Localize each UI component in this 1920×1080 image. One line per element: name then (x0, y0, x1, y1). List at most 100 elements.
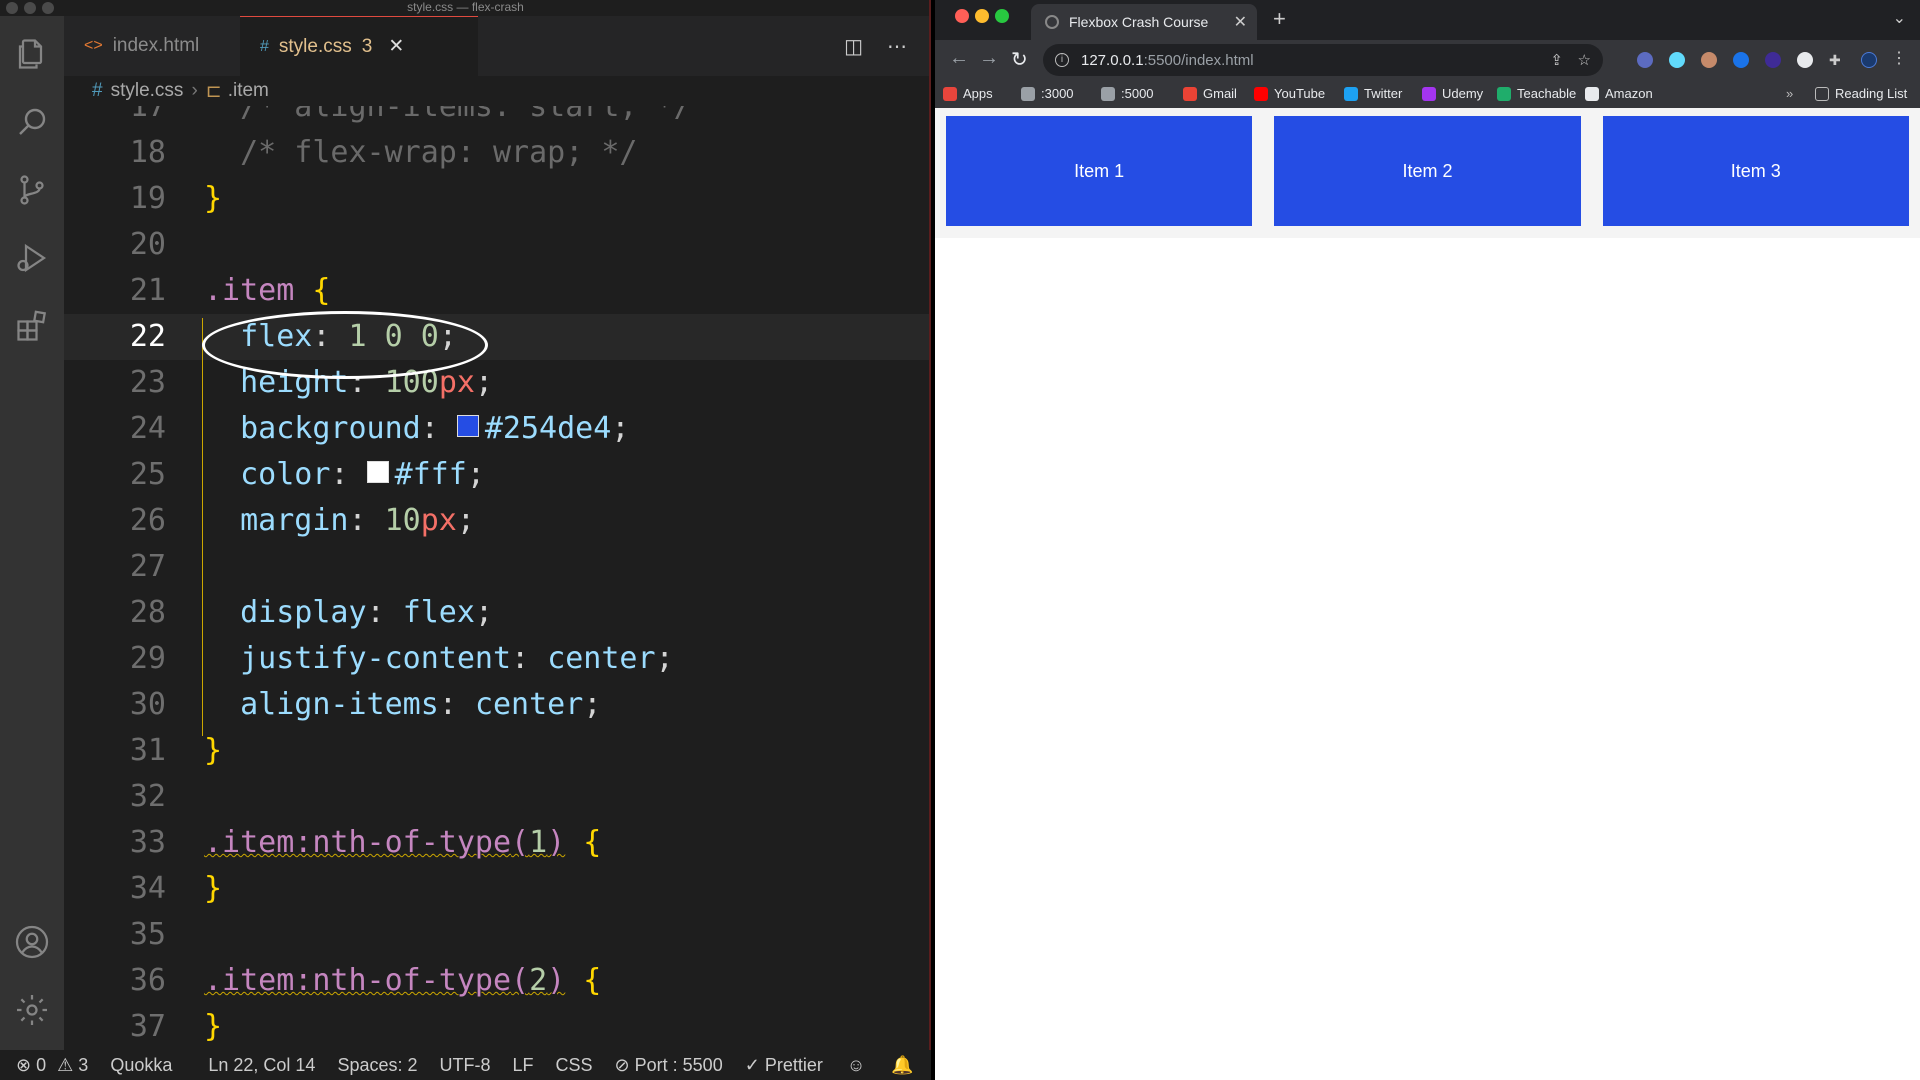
site-info-icon[interactable]: i (1055, 53, 1069, 67)
code-line[interactable]: 25 color: #fff; (64, 452, 931, 498)
problems-indicator[interactable]: ⊗ 0 ⚠ 3 (16, 1055, 88, 1076)
line-number: 19 (129, 181, 166, 216)
window-minimize-dot[interactable] (24, 2, 36, 14)
code-line[interactable]: 28 display: flex; (64, 590, 931, 636)
window-zoom-dot[interactable] (42, 2, 54, 14)
tab-search-chevron-icon[interactable]: ⌄ (1893, 8, 1906, 28)
bookmark-favicon-icon (1344, 86, 1358, 101)
symbol-icon: ⊏ (205, 80, 222, 102)
window-minimize-button[interactable] (975, 9, 989, 23)
window-close-dot[interactable] (6, 2, 18, 14)
code-editor[interactable]: 17 /* align-items: start; */18 /* flex-w… (64, 106, 931, 1050)
code-line[interactable]: 36 .item:nth-of-type(2) { (64, 958, 931, 1004)
bookmark-favicon-icon (1021, 86, 1035, 101)
reload-icon[interactable]: ↻ (1011, 47, 1028, 72)
line-number: 34 (129, 871, 166, 906)
share-icon[interactable]: ⇪ (1550, 51, 1563, 69)
line-number: 18 (129, 135, 166, 170)
close-tab-icon[interactable]: ✕ (1234, 12, 1247, 32)
code-line[interactable]: 26 margin: 10px; (64, 498, 931, 544)
code-line[interactable]: 33 .item:nth-of-type(1) { (64, 820, 931, 866)
code-line[interactable]: 27 (64, 544, 931, 590)
line-number: 37 (129, 1009, 166, 1044)
extension-icon[interactable] (1733, 52, 1749, 68)
explorer-icon[interactable] (12, 34, 52, 74)
forward-arrow-icon[interactable]: → (979, 47, 999, 70)
color-swatch[interactable] (456, 414, 479, 437)
code-line[interactable]: 19} (64, 176, 931, 222)
code-line[interactable]: 31} (64, 728, 931, 774)
code-line[interactable]: 32 (64, 774, 931, 820)
extension-icon[interactable] (1765, 52, 1781, 68)
code-line[interactable]: 34} (64, 866, 931, 912)
tab-style-css[interactable]: # style.css 3 ✕ (240, 16, 478, 76)
color-swatch[interactable] (366, 460, 389, 483)
vscode-window: style.css — flex-crash <> index.html # s… (0, 0, 931, 1080)
feedback-icon[interactable]: ☺ (847, 1055, 865, 1076)
code-line[interactable]: 17 /* align-items: start; */ (64, 106, 931, 130)
extension-icon[interactable] (1701, 52, 1717, 68)
code-line[interactable]: 18 /* flex-wrap: wrap; */ (64, 130, 931, 176)
code-line[interactable]: 21 .item { (64, 268, 931, 314)
extension-icon[interactable] (1797, 52, 1813, 68)
code-line[interactable]: 24 background: #254de4; (64, 406, 931, 452)
profile-avatar[interactable] (1861, 52, 1877, 68)
line-number: 31 (129, 733, 166, 768)
code-line[interactable]: 30 align-items: center; (64, 682, 931, 728)
flex-item-1: Item 1 (946, 116, 1253, 226)
back-arrow-icon[interactable]: ← (949, 47, 969, 70)
code-line[interactable]: 29 justify-content: center; (64, 636, 931, 682)
window-maximize-button[interactable] (995, 9, 1009, 23)
settings-gear-icon[interactable] (12, 990, 52, 1030)
eol-status[interactable]: LF (513, 1055, 534, 1076)
live-server-port[interactable]: ⊘ Port : 5500 (615, 1055, 723, 1076)
extensions-icon[interactable] (12, 306, 52, 346)
code-line[interactable]: 37} (64, 1004, 931, 1050)
bookmark-udemy[interactable]: Udemy (1422, 86, 1483, 101)
warning-icon: ⚠ (57, 1054, 74, 1075)
bookmark-5000[interactable]: :5000 (1101, 86, 1154, 101)
code-line[interactable]: 20 (64, 222, 931, 268)
reading-list-button[interactable]: Reading List (1815, 86, 1907, 101)
run-debug-icon[interactable] (12, 238, 52, 278)
close-tab-icon[interactable]: ✕ (388, 35, 404, 58)
browser-tab[interactable]: Flexbox Crash Course ✕ (1031, 4, 1257, 40)
puzzle-extensions-icon[interactable]: ✚ (1829, 52, 1845, 68)
new-tab-plus-icon[interactable]: + (1273, 6, 1286, 32)
more-actions-icon[interactable]: ⋯ (887, 34, 907, 59)
editor-edge (929, 0, 931, 1080)
breadcrumb-symbol[interactable]: .item (228, 80, 269, 102)
encoding-status[interactable]: UTF-8 (440, 1055, 491, 1076)
breadcrumb-file[interactable]: style.css (111, 80, 184, 102)
more-bookmarks-chevron-icon[interactable]: » (1786, 86, 1793, 101)
window-close-button[interactable] (955, 9, 969, 23)
indentation-status[interactable]: Spaces: 2 (337, 1055, 417, 1076)
bookmark-youtube[interactable]: YouTube (1254, 86, 1325, 101)
browser-menu-icon[interactable]: ⋮ (1891, 51, 1907, 68)
bookmark-teachable[interactable]: Teachable (1497, 86, 1576, 101)
bookmark-star-icon[interactable]: ☆ (1578, 51, 1591, 69)
bell-icon[interactable]: 🔔 (891, 1055, 913, 1076)
code-line[interactable]: 23 height: 100px; (64, 360, 931, 406)
quokka-status[interactable]: Quokka (110, 1055, 172, 1076)
code-line[interactable]: 22 flex: 1 0 0; (64, 314, 931, 360)
search-icon[interactable] (12, 102, 52, 142)
code-line[interactable]: 35 (64, 912, 931, 958)
browser-toolbar: ← → ↻ i 127.0.0.1:5500/index.html ⇪ ☆ ✚ … (935, 40, 1920, 80)
source-control-icon[interactable] (12, 170, 52, 210)
bookmark-3000[interactable]: :3000 (1021, 86, 1074, 101)
account-icon[interactable] (12, 922, 52, 962)
bookmark-twitter[interactable]: Twitter (1344, 86, 1402, 101)
language-mode[interactable]: CSS (556, 1055, 593, 1076)
cursor-position[interactable]: Ln 22, Col 14 (208, 1055, 315, 1076)
prettier-status[interactable]: ✓ Prettier (745, 1055, 823, 1076)
split-editor-icon[interactable]: ◫ (844, 34, 863, 59)
tab-label: style.css (278, 35, 352, 57)
react-devtools-icon[interactable] (1669, 52, 1685, 68)
tab-index-html[interactable]: <> index.html (64, 16, 240, 76)
bookmark-gmail[interactable]: Gmail (1183, 86, 1237, 101)
bookmark-amazon[interactable]: Amazon (1585, 86, 1653, 101)
address-bar[interactable]: i 127.0.0.1:5500/index.html ⇪ ☆ (1043, 44, 1603, 76)
bookmark-apps[interactable]: Apps (943, 86, 993, 101)
extension-icon[interactable] (1637, 52, 1653, 68)
